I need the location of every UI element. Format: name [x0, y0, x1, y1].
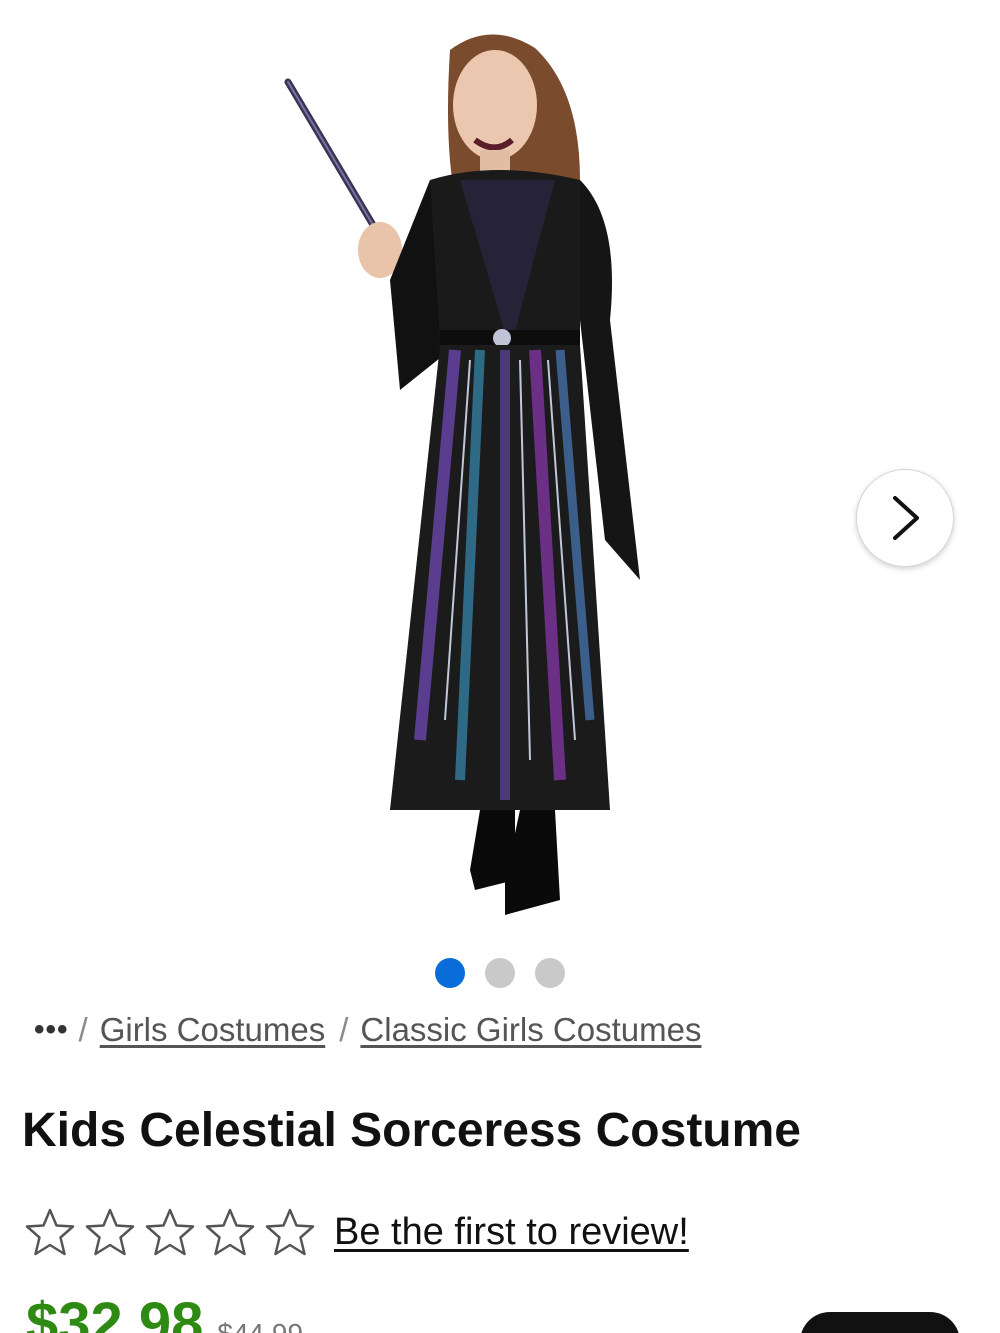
gallery-pagination: [0, 958, 1000, 988]
breadcrumb-separator: /: [339, 1011, 349, 1048]
breadcrumb: ••• / Girls Costumes / Classic Girls Cos…: [34, 1008, 701, 1052]
chevron-right-icon: [893, 496, 919, 540]
gallery-dot-2[interactable]: [485, 958, 515, 988]
sale-price: $32.98: [26, 1291, 204, 1333]
star-empty-icon: [24, 1207, 76, 1257]
breadcrumb-link-girls-costumes[interactable]: Girls Costumes: [100, 1011, 326, 1049]
product-title: Kids Celestial Sorceress Costume: [22, 1104, 801, 1157]
star-empty-icon: [144, 1207, 196, 1257]
breadcrumb-more-button[interactable]: •••: [34, 1013, 69, 1047]
next-image-button[interactable]: [856, 469, 954, 567]
product-rating: Be the first to review!: [24, 1200, 689, 1264]
product-image[interactable]: [280, 20, 700, 930]
write-review-link[interactable]: Be the first to review!: [334, 1211, 689, 1254]
gallery-dot-3[interactable]: [535, 958, 565, 988]
product-page: ••• / Girls Costumes / Classic Girls Cos…: [0, 0, 1000, 1333]
breadcrumb-separator: /: [78, 1011, 88, 1048]
gallery-dot-1[interactable]: [435, 958, 465, 988]
original-price: $44.99: [217, 1318, 303, 1333]
star-empty-icon: [84, 1207, 136, 1257]
product-gallery[interactable]: [0, 0, 1000, 988]
breadcrumb-link-classic-girls-costumes[interactable]: Classic Girls Costumes: [360, 1011, 701, 1049]
star-empty-icon: [204, 1207, 256, 1257]
price-row: $32.98 $44.99: [26, 1290, 303, 1333]
star-empty-icon: [264, 1207, 316, 1257]
star-rating[interactable]: [24, 1207, 316, 1257]
add-to-cart-button[interactable]: [800, 1312, 960, 1333]
